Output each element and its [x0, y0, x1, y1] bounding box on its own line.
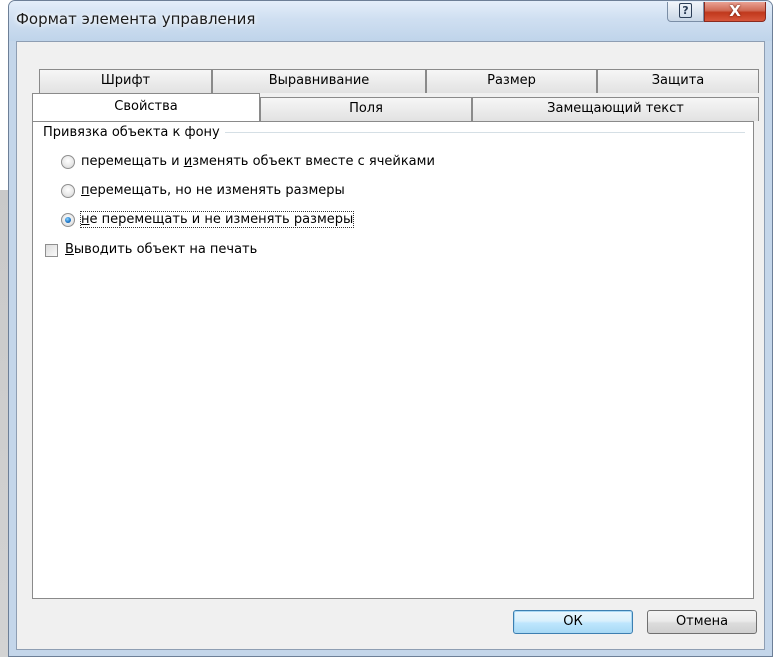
background-window-edge — [0, 0, 8, 657]
tab-size[interactable]: Размер — [426, 69, 597, 93]
print-object-checkbox[interactable] — [45, 244, 58, 257]
tab-label: Выравнивание — [268, 73, 370, 88]
close-icon: X — [729, 2, 741, 20]
help-icon: ? — [679, 3, 692, 18]
checkbox-label: Выводить объект на печать — [65, 242, 258, 257]
tab-label: Поля — [349, 101, 383, 116]
tab-margins[interactable]: Поля — [260, 97, 472, 121]
dialog-window: Формат элемента управления ? X Шрифт Выр… — [8, 0, 773, 657]
radio-button-selected[interactable] — [61, 213, 75, 227]
help-button[interactable]: ? — [667, 2, 704, 22]
tab-label: Размер — [487, 73, 536, 88]
title-bar[interactable]: Формат элемента управления ? X — [9, 1, 772, 41]
tab-alt-text[interactable]: Замещающий текст — [472, 97, 759, 121]
tab-label: Защита — [651, 73, 705, 88]
dialog-client-area: Шрифт Выравнивание Размер Защита Свойств… — [16, 41, 765, 650]
ok-button[interactable]: ОК — [513, 610, 633, 634]
tab-alignment[interactable]: Выравнивание — [212, 69, 426, 93]
object-positioning-group-label: Привязка объекта к фону — [43, 125, 225, 140]
tab-label: Свойства — [114, 99, 178, 114]
close-button[interactable]: X — [704, 2, 766, 22]
cancel-button[interactable]: Отмена — [647, 610, 757, 634]
window-title: Формат элемента управления — [16, 10, 256, 28]
radio-button[interactable] — [61, 184, 75, 198]
radio-label: не перемещать и не изменять размеры — [79, 211, 355, 228]
radio-label: перемещать и изменять объект вместе с яч… — [81, 154, 435, 169]
properties-panel: Привязка объекта к фону перемещать и изм… — [32, 121, 754, 599]
tab-font[interactable]: Шрифт — [39, 69, 212, 93]
radio-label: перемещать, но не изменять размеры — [81, 183, 345, 198]
tab-label: Шрифт — [100, 73, 151, 88]
radio-button[interactable] — [61, 155, 75, 169]
tab-protection[interactable]: Защита — [597, 69, 759, 93]
tab-properties[interactable]: Свойства — [32, 93, 260, 121]
tab-label: Замещающий текст — [547, 101, 684, 116]
